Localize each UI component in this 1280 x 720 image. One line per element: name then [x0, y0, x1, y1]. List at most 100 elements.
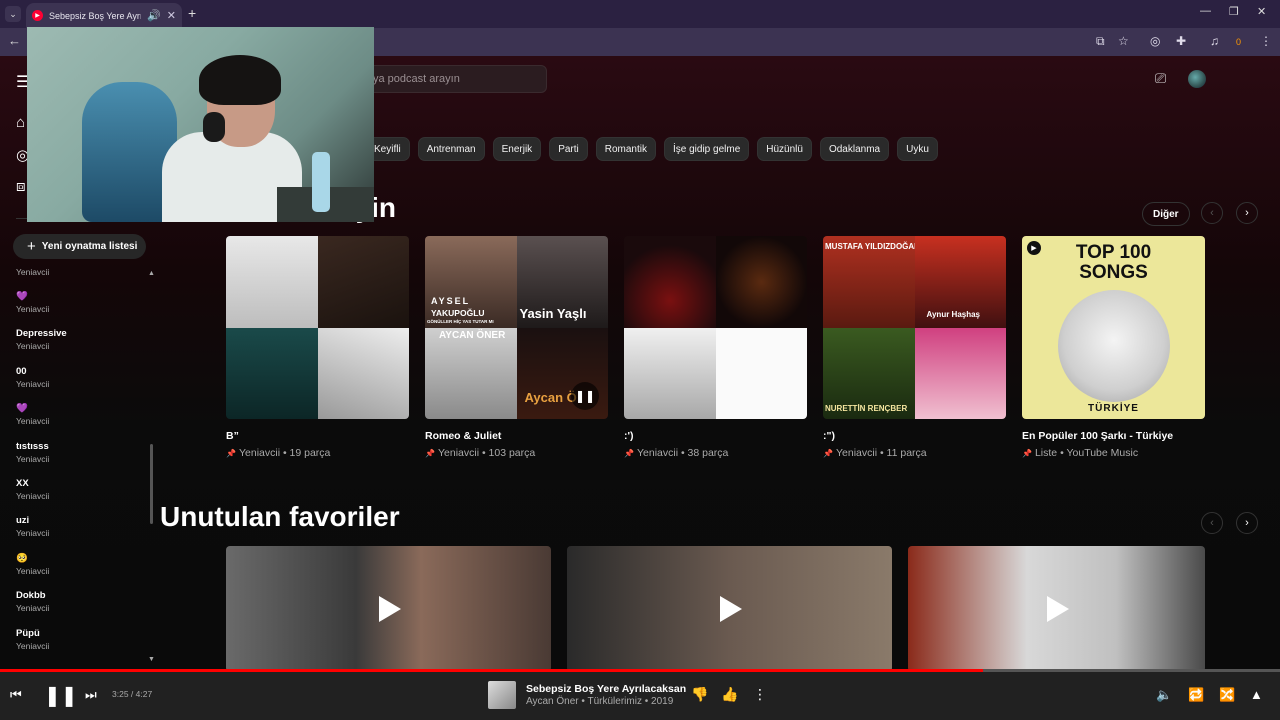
expand-player-icon[interactable]: ▲: [1250, 687, 1263, 702]
video-card[interactable]: [226, 546, 551, 672]
extensions-icon[interactable]: ✚: [1176, 34, 1186, 48]
maximize-icon[interactable]: ❐: [1229, 5, 1239, 18]
scroll-up-icon[interactable]: ▲: [148, 270, 155, 277]
now-playing-thumbnail[interactable]: [488, 681, 516, 709]
playlist-name: 🥺: [16, 552, 28, 564]
playlist-cover[interactable]: [624, 236, 807, 419]
card-title[interactable]: Romeo & Juliet: [425, 430, 608, 442]
playlist-item[interactable]: 00 Yeniavcii: [16, 366, 146, 403]
playlist-owner: Yeniavcii: [16, 341, 50, 352]
media-controls-icon[interactable]: ♫: [1210, 34, 1219, 48]
playlist-cover[interactable]: [226, 236, 409, 419]
tab-title: Sebepsiz Boş Yere Ayrılacaksan: [49, 10, 141, 21]
playlist-name: Dokbb: [16, 590, 46, 602]
playlist-item[interactable]: 💜 Yeniavcii: [16, 291, 146, 328]
browser-tab[interactable]: ▶ Sebepsiz Boş Yere Ayrılacaksan 🔊 ✕: [26, 3, 182, 28]
dislike-icon[interactable]: 👎: [691, 686, 708, 703]
home-icon[interactable]: ⌂: [16, 114, 25, 131]
playlist-item[interactable]: XX Yeniavcii: [16, 478, 146, 515]
chip-uyku[interactable]: Uyku: [897, 137, 938, 161]
window-close-icon[interactable]: ✕: [1257, 5, 1266, 18]
playlist-owner: Yeniavcii: [16, 490, 50, 501]
more-options-icon[interactable]: ⋮: [753, 686, 767, 703]
playlist-name: tıstısss: [16, 440, 49, 452]
shuffle-icon[interactable]: 🔀: [1219, 687, 1235, 703]
chip-parti[interactable]: Parti: [549, 137, 588, 161]
card-subtitle: 📌 Yeniavcii • 19 parça: [226, 447, 331, 459]
card-title[interactable]: B”: [226, 430, 409, 442]
playlist-card[interactable]: B” 📌 Yeniavcii • 19 parça: [226, 236, 409, 459]
repeat-icon[interactable]: 🔁: [1188, 687, 1204, 703]
avatar[interactable]: [1188, 70, 1206, 88]
tab-audio-icon[interactable]: 🔊: [147, 9, 161, 22]
playlist-item[interactable]: tıstısss Yeniavcii: [16, 441, 146, 478]
cast-icon[interactable]: ⎚: [1155, 70, 1166, 87]
carousel-next-icon[interactable]: ›: [1236, 512, 1258, 534]
card-title[interactable]: :"): [823, 430, 1006, 442]
play-icon[interactable]: [1046, 596, 1069, 622]
new-tab-button[interactable]: +: [188, 5, 196, 21]
water-bottle: [312, 152, 330, 212]
tab-search-chevron-icon[interactable]: ⌄: [5, 6, 21, 22]
new-playlist-button[interactable]: + Yeni oynatma listesi: [13, 234, 146, 259]
webcam-overlay: [27, 27, 374, 222]
more-button[interactable]: Diğer: [1142, 202, 1190, 226]
library-icon[interactable]: ⧈: [16, 178, 26, 195]
card-title[interactable]: :'): [624, 430, 807, 442]
tab-close-icon[interactable]: ✕: [167, 9, 176, 22]
playlist-item[interactable]: 💜 Yeniavcii: [16, 403, 146, 440]
chip-antrenman[interactable]: Antrenman: [417, 137, 485, 161]
previous-icon[interactable]: ⏮: [10, 687, 22, 703]
video-card[interactable]: [908, 546, 1205, 672]
bookmark-star-icon[interactable]: ☆: [1118, 34, 1129, 48]
playlist-cover[interactable]: MUSTAFA YILDIZDOĞAN Aynur Haşhaş NURETTİ…: [823, 236, 1006, 419]
scroll-down-icon[interactable]: ▼: [148, 656, 155, 663]
play-icon[interactable]: [378, 596, 401, 622]
carousel-prev-icon[interactable]: ‹: [1201, 512, 1223, 534]
extension-badge[interactable]: 0: [1236, 37, 1241, 47]
pin-icon: 📌: [1022, 449, 1032, 458]
playlist-name: uzi: [16, 515, 30, 527]
install-app-icon[interactable]: ⧉: [1096, 34, 1105, 49]
chip-romantik[interactable]: Romantik: [595, 137, 656, 161]
playlist-cover[interactable]: ▶ TOP 100 SONGS TÜRKİYE: [1022, 236, 1205, 419]
playlist-owner: Yeniavcii: [16, 603, 50, 614]
playlist-card[interactable]: AYSEL YAKUPOĞLU GÖNÜLLER HİÇ YAS TUTAR M…: [425, 236, 608, 459]
playlist-item[interactable]: Yeniavcii: [16, 267, 146, 291]
playlist-item[interactable]: Depressive Yeniavcii: [16, 328, 146, 365]
play-icon[interactable]: [719, 596, 742, 622]
incognito-icon[interactable]: ◎: [1150, 34, 1160, 48]
back-icon[interactable]: ←: [8, 33, 21, 48]
chip-enerjik[interactable]: Enerjik: [492, 137, 542, 161]
browser-menu-icon[interactable]: ⋮: [1260, 34, 1272, 48]
pause-icon[interactable]: ❚❚: [44, 683, 78, 708]
playlist-item[interactable]: Püpü Yeniavcii: [16, 628, 146, 665]
chip-huzunlu[interactable]: Hüzünlü: [757, 137, 812, 161]
cover-circle: [1058, 290, 1170, 402]
carousel-next-icon[interactable]: ›: [1236, 202, 1258, 224]
next-icon[interactable]: ⏭: [85, 687, 97, 703]
playlist-card[interactable]: ▶ TOP 100 SONGS TÜRKİYE En Popüler 100 Ş…: [1022, 236, 1205, 459]
card-subtitle: 📌 Yeniavcii • 103 parça: [425, 447, 536, 459]
pause-overlay-icon[interactable]: ❚❚: [571, 382, 599, 410]
headset: [203, 112, 225, 142]
playlist-card[interactable]: :') 📌 Yeniavcii • 38 parça: [624, 236, 807, 459]
now-playing-subtitle[interactable]: Aycan Öner • Türkülerimiz • 2019: [526, 696, 673, 707]
search-input[interactable]: ya podcast arayın: [345, 65, 547, 93]
chip-ise-gidip-gelme[interactable]: İşe gidip gelme: [664, 137, 750, 161]
minimize-icon[interactable]: —: [1200, 5, 1211, 17]
card-subtitle: 📌 Liste • YouTube Music: [1022, 447, 1139, 459]
playlist-cover[interactable]: AYSEL YAKUPOĞLU GÖNÜLLER HİÇ YAS TUTAR M…: [425, 236, 608, 419]
playlist-card[interactable]: MUSTAFA YILDIZDOĞAN Aynur Haşhaş NURETTİ…: [823, 236, 1006, 459]
playlist-item[interactable]: uzi Yeniavcii: [16, 515, 146, 552]
now-playing-title[interactable]: Sebepsiz Boş Yere Ayrılacaksan: [526, 683, 686, 695]
card-title[interactable]: En Popüler 100 Şarkı - Türkiye: [1022, 430, 1205, 442]
playlist-item[interactable]: Dokbb Yeniavcii: [16, 590, 146, 627]
video-card[interactable]: [567, 546, 892, 672]
sidebar-scrollbar[interactable]: [150, 444, 153, 524]
chip-odaklanma[interactable]: Odaklanma: [819, 137, 890, 161]
playlist-item[interactable]: 🥺 Yeniavcii: [16, 553, 146, 590]
like-icon[interactable]: 👍: [721, 686, 738, 703]
carousel-prev-icon[interactable]: ‹: [1201, 202, 1223, 224]
volume-icon[interactable]: 🔈: [1156, 687, 1172, 703]
